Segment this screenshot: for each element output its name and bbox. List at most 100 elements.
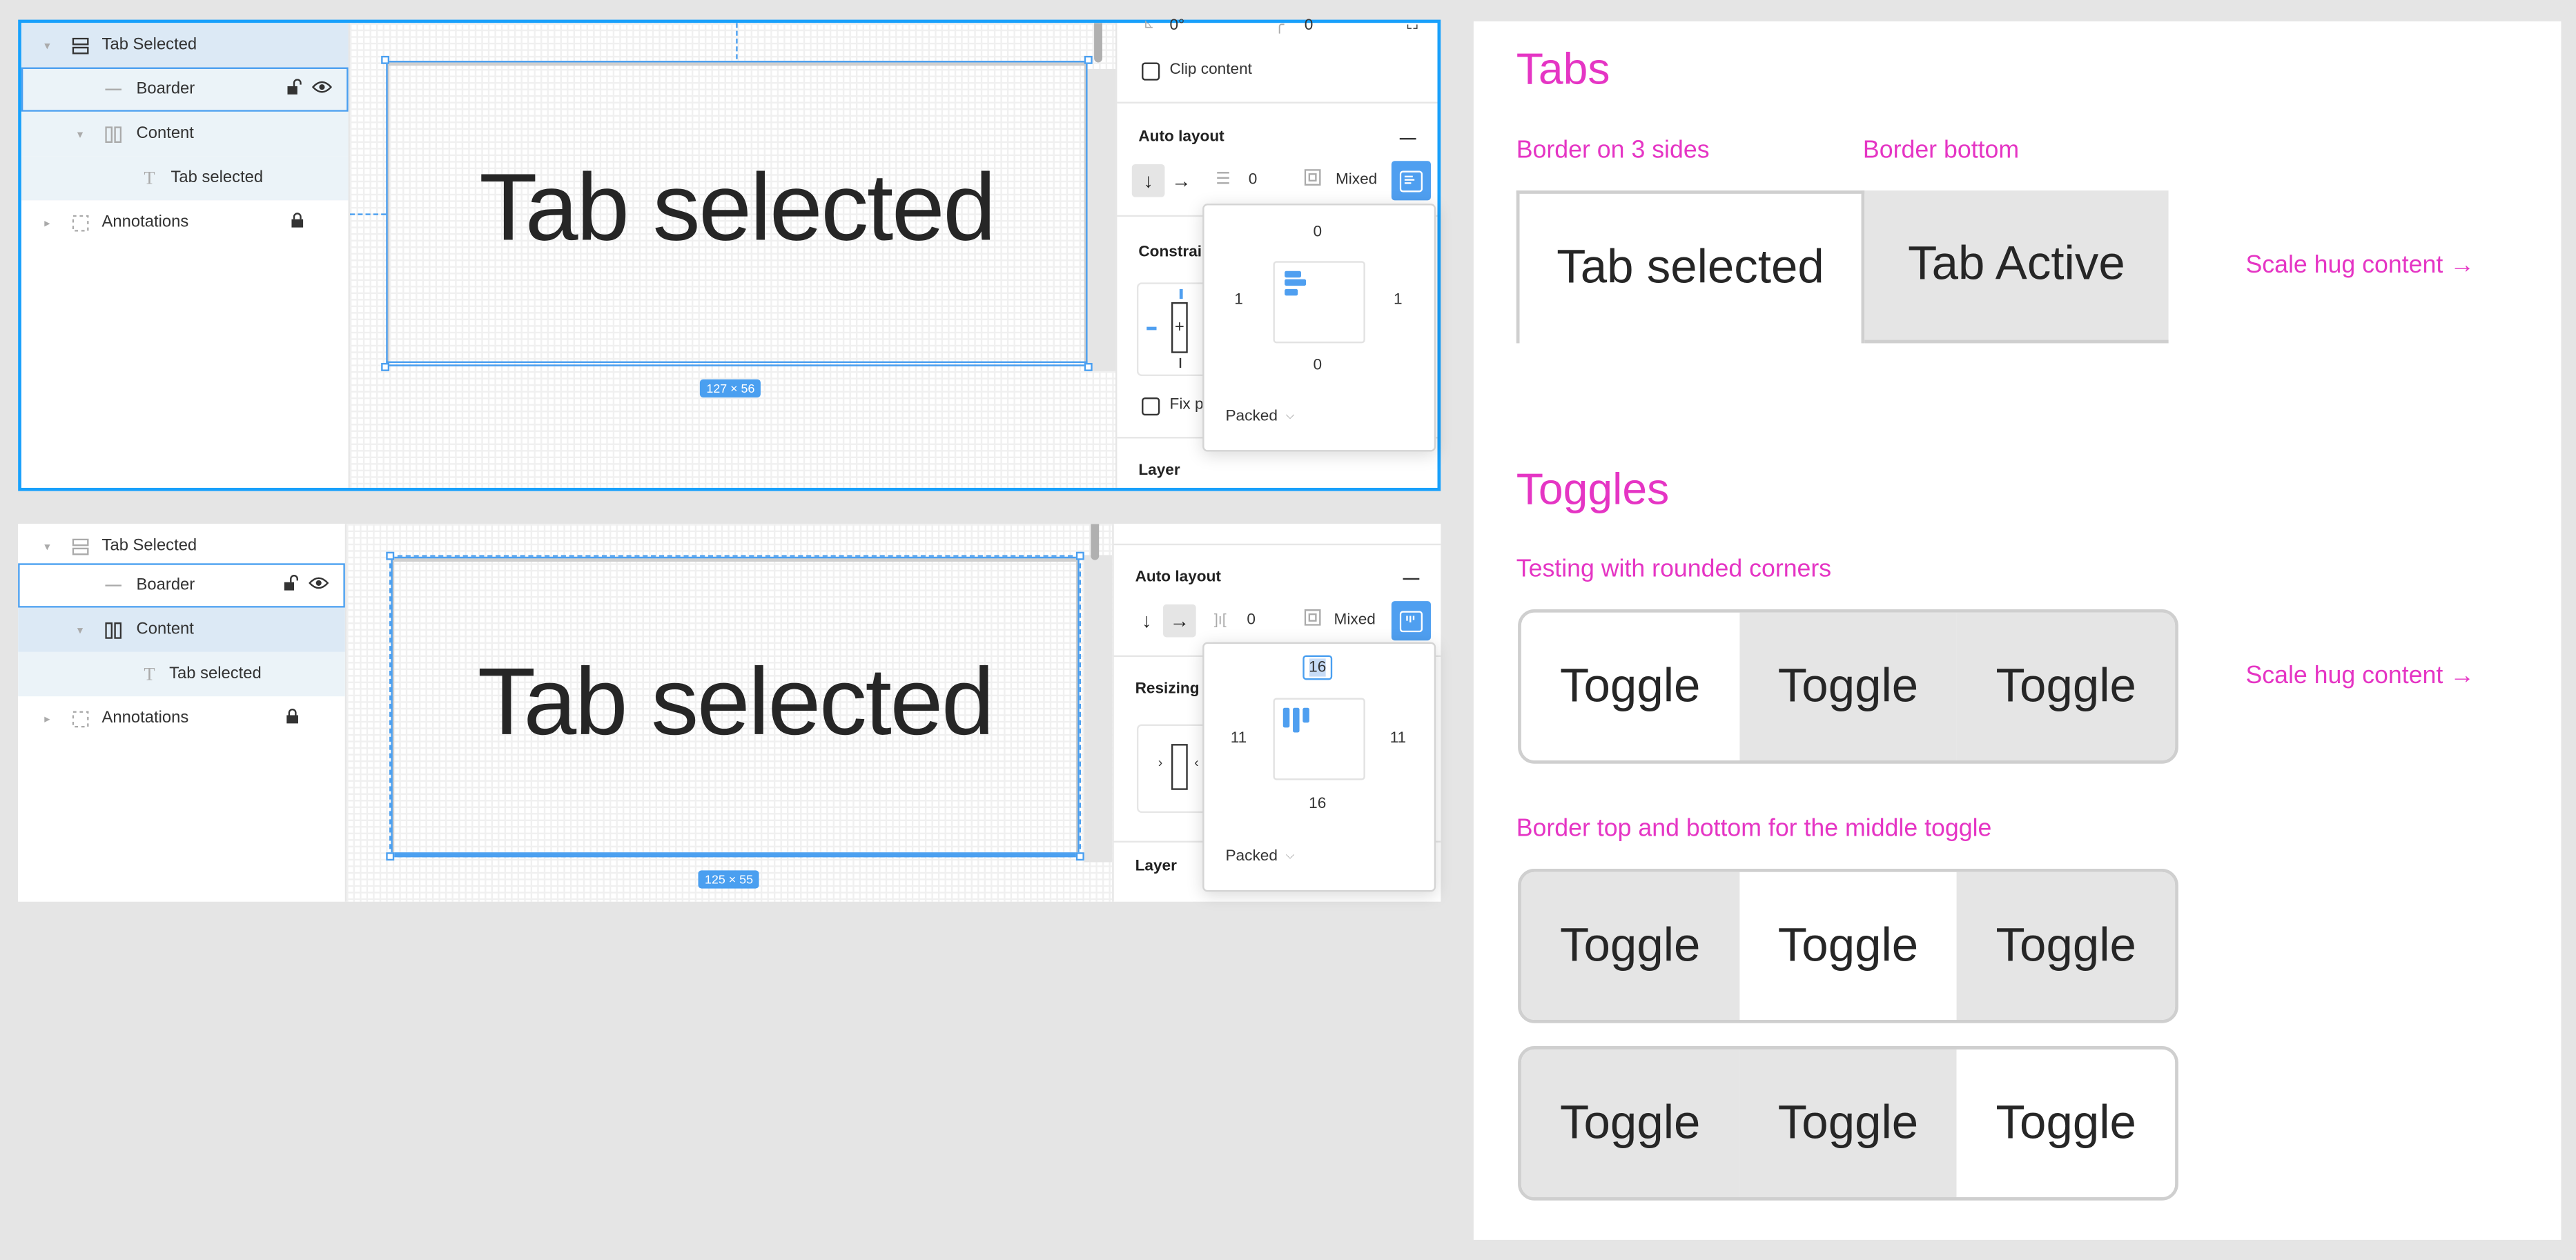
layers-panel: ▾ Tab Selected Boarder ▾ Content T Tab s… — [21, 23, 350, 488]
unlocked-icon[interactable] — [284, 575, 299, 596]
canvas-scrollbar[interactable] — [1091, 524, 1100, 560]
constraint-top[interactable] — [1179, 288, 1183, 299]
alignment-grid[interactable] — [1273, 261, 1365, 344]
padding-value[interactable]: Mixed — [1334, 611, 1376, 629]
resize-handle[interactable] — [381, 55, 390, 64]
alignment-grid[interactable] — [1273, 698, 1365, 780]
toggle-option[interactable]: Toggle — [1739, 612, 1958, 760]
resize-handle[interactable] — [1075, 852, 1084, 861]
toggle-option[interactable]: Toggle — [1521, 1049, 1739, 1198]
toggle-option[interactable]: Toggle — [1739, 1049, 1958, 1198]
rotation-icon: ⊾ — [1143, 16, 1155, 32]
clip-content-checkbox[interactable] — [1142, 62, 1160, 81]
spacing-guide — [736, 23, 738, 59]
tab-selected-frame[interactable]: Tab selected — [386, 551, 1084, 861]
independent-corners-icon[interactable]: ⌞⌟ — [1406, 17, 1418, 31]
distribution-value: Packed — [1225, 407, 1278, 426]
remove-auto-layout-icon[interactable] — [1399, 137, 1416, 140]
tabs-label-border-bottom: Border bottom — [1862, 136, 2020, 165]
toggle-option[interactable]: Toggle — [1957, 1049, 2176, 1198]
padding-top-input[interactable]: 16 — [1302, 655, 1333, 680]
rotation-value[interactable]: 0° — [1170, 17, 1185, 35]
toggle-option[interactable]: Toggle — [1739, 872, 1958, 1020]
corner-radius-icon: ╭ — [1274, 16, 1285, 35]
distribution-dropdown[interactable]: Packed ⌵ — [1225, 407, 1294, 425]
padding-top[interactable]: 0 — [1298, 224, 1337, 242]
toggle-option[interactable]: Toggle — [1957, 872, 2176, 1020]
layer-row-content[interactable]: ▾ Content — [21, 111, 349, 157]
direction-horizontal-button[interactable]: → — [1163, 604, 1196, 638]
remove-auto-layout-icon[interactable] — [1403, 578, 1420, 580]
layer-row-tab-selected[interactable]: ▾ Tab Selected — [18, 524, 345, 568]
padding-left[interactable]: 1 — [1219, 291, 1258, 308]
padding-bottom[interactable]: 16 — [1298, 795, 1337, 813]
alignment-button[interactable] — [1391, 161, 1431, 201]
direction-horizontal-button[interactable]: → — [1164, 164, 1198, 197]
toggle-option[interactable]: Toggle — [1957, 612, 2176, 760]
spacing-value[interactable]: 0 — [1247, 611, 1256, 629]
eye-icon[interactable] — [311, 81, 333, 99]
caret-down-icon[interactable]: ▾ — [44, 39, 50, 52]
alignment-padding-popover: 0 1 1 0 Packed ⌵ — [1202, 204, 1436, 452]
unlocked-icon[interactable] — [287, 79, 302, 100]
scale-note: Scale hug content → — [2245, 251, 2475, 279]
tab-active[interactable]: Tab Active — [1864, 190, 2169, 344]
tab-selected-frame[interactable]: Tab selected — [381, 55, 1093, 371]
direction-vertical-button[interactable]: ↓ — [1130, 604, 1163, 638]
resize-handle[interactable] — [1084, 362, 1093, 371]
canvas-scrollbar[interactable] — [1094, 23, 1102, 63]
fix-position-checkbox[interactable] — [1142, 397, 1160, 416]
layer-row-annotations[interactable]: ▸ Annotations — [18, 696, 345, 740]
screen: ▾ Tab Selected Boarder ▾ Content T Tab s… — [0, 0, 2576, 1260]
toggles-label-rounded: Testing with rounded corners — [1516, 555, 1832, 583]
constraint-bottom[interactable] — [1179, 357, 1182, 368]
layer-row-boarder[interactable]: Boarder — [18, 563, 345, 608]
align-top-icon — [1399, 610, 1423, 632]
canvas[interactable]: Tab selected 127 × 56 — [349, 23, 1116, 488]
padding-bottom[interactable]: 0 — [1298, 356, 1337, 374]
toggle-option[interactable]: Toggle — [1521, 872, 1739, 1020]
locked-icon[interactable] — [291, 212, 304, 233]
eye-icon[interactable] — [309, 576, 329, 594]
resize-handle[interactable] — [386, 852, 395, 861]
padding-right[interactable]: 1 — [1378, 291, 1418, 308]
layer-row-tab-selected[interactable]: ▾ Tab Selected — [21, 23, 349, 68]
caret-down-icon[interactable]: ▾ — [44, 540, 50, 553]
resize-handle[interactable] — [386, 551, 395, 560]
canvas[interactable]: Tab selected 125 × 55 — [347, 524, 1113, 902]
layer-row-content[interactable]: ▾ Content — [18, 607, 345, 652]
layers-panel: ▾ Tab Selected Boarder ▾ Content T Tab s… — [18, 524, 347, 902]
divider — [1113, 543, 1441, 546]
line-icon — [104, 575, 124, 595]
tab-selected[interactable]: Tab selected — [1516, 190, 1865, 344]
distribution-dropdown[interactable]: Packed ⌵ — [1225, 847, 1294, 865]
layer-row-tab-selected-text[interactable]: T Tab selected — [18, 651, 345, 697]
padding-value[interactable]: Mixed — [1336, 171, 1377, 189]
caret-down-icon[interactable]: ▾ — [77, 623, 83, 637]
caret-right-icon[interactable]: ▸ — [44, 712, 50, 725]
layer-name: Tab Selected — [101, 537, 197, 555]
locked-icon[interactable] — [286, 708, 299, 729]
corner-radius-value[interactable]: 0 — [1305, 17, 1314, 35]
boarder-line — [386, 361, 1088, 366]
resize-handle[interactable] — [1075, 551, 1084, 560]
alignment-button[interactable] — [1391, 601, 1431, 641]
resize-handle[interactable] — [381, 362, 390, 371]
layer-row-tab-selected-text[interactable]: T Tab selected — [21, 156, 349, 201]
direction-vertical-button[interactable]: ↓ — [1131, 164, 1165, 197]
toggle-option[interactable]: Toggle — [1521, 612, 1739, 760]
padding-top[interactable]: 16 — [1298, 655, 1337, 680]
padding-left[interactable]: 11 — [1219, 729, 1258, 747]
caret-down-icon[interactable]: ▾ — [77, 127, 83, 141]
toggle-group: Toggle Toggle Toggle — [1518, 1046, 2178, 1201]
caret-right-icon[interactable]: ▸ — [44, 216, 50, 229]
layer-row-boarder[interactable]: Boarder — [21, 67, 349, 112]
layer-row-annotations[interactable]: ▸ Annotations — [21, 200, 349, 244]
constraint-center-icon[interactable]: + — [1171, 302, 1188, 353]
spacing-value[interactable]: 0 — [1249, 171, 1258, 189]
resize-handle[interactable] — [1084, 55, 1093, 64]
padding-right[interactable]: 11 — [1378, 729, 1418, 747]
documentation-panel: Tabs Border on 3 sides Border bottom Tab… — [1473, 21, 2562, 1240]
layer-actions — [287, 79, 333, 100]
constraint-left[interactable] — [1146, 326, 1157, 331]
